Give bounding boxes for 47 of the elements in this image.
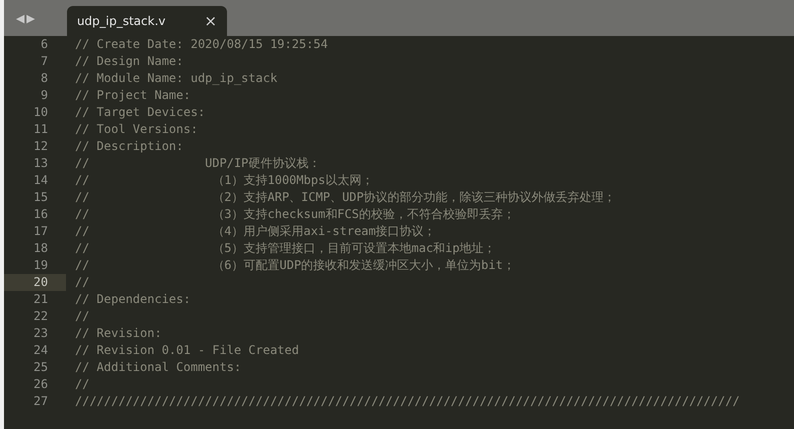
code-line: //////////////////////////////////////////////////////////////////////////////////////////// [74,393,740,410]
line-number: 27 [32,393,49,410]
line-number: 19 [32,257,49,274]
close-button[interactable]: × [204,14,217,28]
code-line: // Module Name: udp_ip_stack [74,70,278,87]
line-number: 16 [32,206,49,223]
code-line: // （1）支持1000Mbps以太网； [74,172,374,189]
line-number: 20 [4,274,66,291]
line-number: 11 [32,121,49,138]
code-line: // UDP/IP硬件协议栈： [74,155,320,172]
line-number: 17 [32,223,49,240]
code-line: // [74,274,90,291]
line-number: 13 [32,155,49,172]
code-line: // （3）支持checksum和FCS的校验，不符合校验即丢弃； [74,206,515,223]
code-line: // Design Name: [74,53,184,70]
tab-label: udp_ip_stack.v [76,13,166,30]
line-number: 21 [32,291,49,308]
code-line: // Create Date: 2020/08/15 19:25:54 [74,36,328,53]
code-line: // （5）支持管理接口，目前可设置本地mac和ip地址； [74,240,496,257]
line-number: 26 [32,376,49,393]
line-number: 22 [32,308,49,325]
line-number: 7 [40,53,49,70]
code-line: // Description: [74,138,184,155]
code-line: // Revision 0.01 - File Created [74,342,299,359]
code-line: // Target Devices: [74,104,206,121]
code-line: // [74,308,90,325]
code-line: // Project Name: [74,87,191,104]
code-line: // （6）可配置UDP的接收和发送缓冲区大小，单位为bit； [74,257,515,274]
line-number: 15 [32,189,49,206]
line-number: 25 [32,359,49,376]
line-number: 8 [40,70,49,87]
line-number: 18 [32,240,49,257]
line-number: 6 [40,36,49,53]
code-line: // Dependencies: [74,291,191,308]
line-number: 23 [32,325,49,342]
line-number: 12 [32,138,49,155]
line-number: 10 [32,104,49,121]
file-tab[interactable]: udp_ip_stack.v × [66,6,227,36]
line-number: 24 [32,342,49,359]
line-number: 14 [32,172,49,189]
code-line: // [74,376,90,393]
code-line: // Revision: [74,325,162,342]
code-line: // （4）用户侧采用axi-stream接口协议； [74,223,436,240]
line-number: 9 [40,87,49,104]
code-line: // Additional Comments: [74,359,242,376]
code-line: // （2）支持ARP、ICMP、UDP协议的部分功能，除该三种协议外做丢弃处理； [74,189,616,206]
code-line: // Tool Versions: [74,121,198,138]
